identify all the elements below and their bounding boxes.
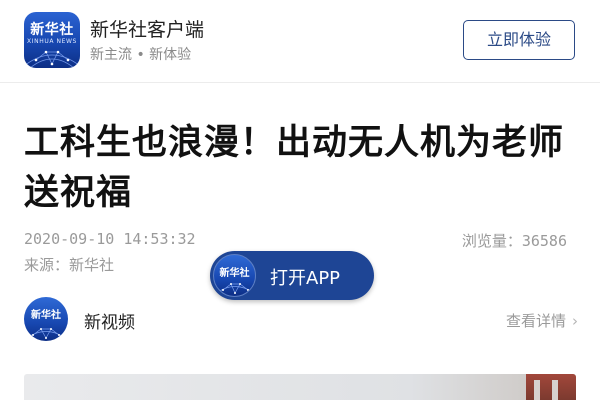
view-count: 浏览量：36586 (462, 230, 567, 251)
app-slogan: 新主流 • 新体验 (90, 47, 192, 63)
globe-network-icon (24, 50, 80, 68)
views-label: 浏览量： (461, 232, 522, 250)
thumbnail-building (526, 374, 576, 400)
logo-text: 新华社 (30, 22, 74, 38)
open-app-button[interactable]: 新华社 打开APP (210, 251, 374, 300)
view-details-label: 查看详情 (505, 312, 566, 330)
channel-name[interactable]: 新视频 (84, 308, 135, 333)
globe-network-icon (24, 328, 68, 341)
article-title: 工科生也浪漫！出动无人机为老师送祝福 (24, 122, 565, 213)
chevron-right-icon: › (572, 312, 578, 330)
avatar-text: 新华社 (31, 310, 61, 321)
app-download-banner: 新华社 XINHUA NEWS 新华社客户端 新主流 • 新体验 立即体验 (0, 0, 600, 83)
video-thumbnail[interactable] (24, 374, 576, 400)
xinhua-avatar-icon[interactable]: 新华社 (24, 297, 68, 341)
views-number: 36586 (521, 232, 567, 250)
try-now-button[interactable]: 立即体验 (463, 20, 575, 60)
publish-datetime: 2020-09-10 14:53:32 (24, 230, 196, 248)
xinhua-logo-icon: 新华社 (213, 254, 256, 297)
globe-network-icon (214, 283, 255, 296)
app-name: 新华社客户端 (90, 19, 205, 41)
xinhua-logo-icon: 新华社 XINHUA NEWS (24, 12, 80, 68)
article-source: 来源：新华社 (24, 256, 115, 274)
view-details-link[interactable]: 查看详情 › (506, 310, 578, 331)
open-app-label: 打开APP (270, 268, 341, 289)
